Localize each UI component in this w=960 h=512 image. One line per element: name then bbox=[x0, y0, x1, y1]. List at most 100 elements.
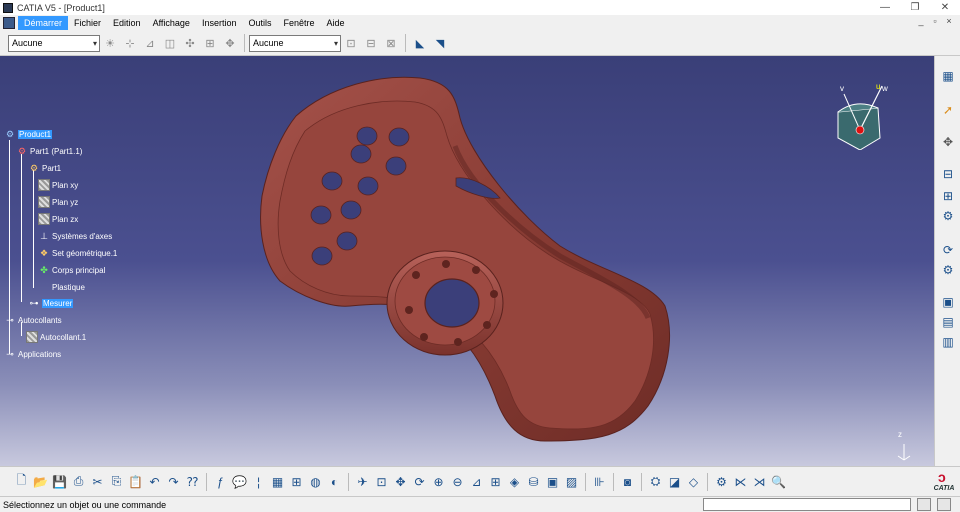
tree-node-stickers[interactable]: ⊸ Autocollants bbox=[4, 314, 61, 326]
snap-point-icon[interactable]: ⊹ bbox=[122, 35, 138, 51]
select-arrow-icon[interactable]: ➚ bbox=[940, 102, 956, 118]
compass-widget[interactable] bbox=[830, 80, 890, 150]
doc-close-button[interactable]: × bbox=[942, 16, 956, 26]
render-icon[interactable]: ◇ bbox=[685, 474, 702, 490]
open-file-icon[interactable]: 📂 bbox=[32, 474, 49, 490]
close-button[interactable]: ✕ bbox=[930, 0, 960, 15]
tree-expand-icon[interactable]: ⊞ bbox=[288, 474, 305, 490]
menu-edition[interactable]: Edition bbox=[107, 16, 147, 30]
redo-icon[interactable]: ↷ bbox=[165, 474, 182, 490]
part-vent-hole bbox=[340, 200, 362, 220]
turntable-icon[interactable]: ⋉ bbox=[732, 474, 749, 490]
paste-icon[interactable]: 📋 bbox=[127, 474, 144, 490]
tree-node-plan-yz[interactable]: Plan yz bbox=[38, 196, 78, 208]
save-icon[interactable]: 💾 bbox=[51, 474, 68, 490]
print-icon[interactable]: ⎙ bbox=[70, 474, 87, 490]
snap-icon[interactable]: ⊞ bbox=[940, 188, 956, 204]
filter-options-icon[interactable]: ⊟ bbox=[363, 35, 379, 51]
filter-icon[interactable]: ⊡ bbox=[343, 35, 359, 51]
cut-icon[interactable]: ✂ bbox=[89, 474, 106, 490]
catalog-icon[interactable]: ▥ bbox=[940, 334, 956, 350]
tree-node-material[interactable]: Plastique bbox=[38, 281, 85, 293]
motion-icon[interactable]: ⋊ bbox=[751, 474, 768, 490]
explode-icon[interactable]: ▣ bbox=[940, 294, 956, 310]
snap-face-icon[interactable]: ◫ bbox=[162, 35, 178, 51]
whats-this-icon[interactable]: ⁇ bbox=[184, 474, 201, 490]
scene-icon[interactable]: ⚙ bbox=[713, 474, 730, 490]
search-icon[interactable]: 🔍 bbox=[770, 474, 787, 490]
measure-icon[interactable]: ⊪ bbox=[591, 474, 608, 490]
snap-all-icon[interactable]: ✥ bbox=[222, 35, 238, 51]
3d-model-view bbox=[260, 76, 670, 442]
command-input[interactable] bbox=[703, 498, 911, 511]
render-style-icon[interactable]: ⛁ bbox=[525, 474, 542, 490]
command-clear-button[interactable] bbox=[917, 498, 931, 511]
constraint-icon[interactable]: ⊟ bbox=[940, 166, 956, 182]
rotate-icon[interactable]: ⟳ bbox=[411, 474, 428, 490]
sticker-icon[interactable]: ◪ bbox=[666, 474, 683, 490]
multi-view-icon[interactable]: ⊞ bbox=[487, 474, 504, 490]
menu-fenetre[interactable]: Fenêtre bbox=[277, 16, 320, 30]
tree-node-axis-systems[interactable]: ⊥ Systèmes d'axes bbox=[38, 230, 112, 242]
normal-view-icon[interactable]: ⊿ bbox=[468, 474, 485, 490]
tree-node-sticker1[interactable]: Autocollant.1 bbox=[26, 331, 86, 343]
law-icon[interactable]: ¦ bbox=[250, 474, 267, 490]
menu-aide[interactable]: Aide bbox=[321, 16, 351, 30]
snap-axis-icon[interactable]: ✣ bbox=[182, 35, 198, 51]
undo-icon[interactable]: ↶ bbox=[146, 474, 163, 490]
3d-viewport[interactable]: v u w z ⚙ Product1 ⚙ Part1 (Part1.1) ⚙ P… bbox=[0, 56, 934, 466]
move-icon[interactable]: ✥ bbox=[940, 134, 956, 150]
command-cancel-button[interactable] bbox=[937, 498, 951, 511]
zoom-out-icon[interactable]: ⊖ bbox=[449, 474, 466, 490]
menu-affichage[interactable]: Affichage bbox=[147, 16, 196, 30]
scene-icon[interactable]: ▤ bbox=[940, 314, 956, 330]
apply-material-icon[interactable]: ⛭ bbox=[647, 474, 664, 490]
manipulate-icon[interactable]: ⚙ bbox=[940, 208, 956, 224]
tree-node-geometrical-set[interactable]: ❖ Set géométrique.1 bbox=[38, 247, 117, 259]
tree-node-measure[interactable]: ⊶ Mesurer bbox=[28, 297, 74, 309]
snap-edge-icon[interactable]: ⊿ bbox=[142, 35, 158, 51]
menu-insertion[interactable]: Insertion bbox=[196, 16, 243, 30]
formula-icon[interactable]: ƒ bbox=[212, 474, 229, 490]
product-structure-icon[interactable]: ◣ bbox=[412, 35, 428, 51]
product-icon: ⚙ bbox=[5, 128, 15, 139]
tree-node-applications[interactable]: ⊸ Applications bbox=[4, 348, 61, 360]
tree-node-plan-zx[interactable]: Plan zx bbox=[38, 213, 78, 225]
table-icon[interactable]: ▦ bbox=[269, 474, 286, 490]
sun-icon[interactable]: ☀ bbox=[102, 35, 118, 51]
reference-icon[interactable]: ◐ bbox=[326, 474, 343, 490]
update-icon[interactable]: ⟳ bbox=[940, 242, 956, 258]
zoom-in-icon[interactable]: ⊕ bbox=[430, 474, 447, 490]
tree-node-plan-xy[interactable]: Plan xy bbox=[38, 179, 78, 191]
menu-demarrer[interactable]: Démarrer bbox=[18, 16, 69, 30]
analyze-icon[interactable]: ⚙ bbox=[940, 262, 956, 278]
assembly-design-icon[interactable]: ◥ bbox=[432, 35, 448, 51]
menu-outils[interactable]: Outils bbox=[242, 16, 277, 30]
tree-node-part1-instance[interactable]: ⚙ Part1 (Part1.1) bbox=[16, 145, 83, 157]
snap-plane-icon[interactable]: ⊞ bbox=[202, 35, 218, 51]
snap-filter-select[interactable]: Aucune ▾ bbox=[8, 34, 100, 52]
copy-icon[interactable]: ⎘ bbox=[108, 474, 125, 490]
restore-button[interactable]: ❐ bbox=[900, 0, 930, 15]
filter-clear-icon[interactable]: ⊠ bbox=[383, 35, 399, 51]
document-icon[interactable] bbox=[3, 17, 15, 29]
comment-icon[interactable]: 💬 bbox=[231, 474, 248, 490]
fly-mode-icon[interactable]: ✈ bbox=[354, 474, 371, 490]
hide-show-icon[interactable]: ▣ bbox=[544, 474, 561, 490]
minimize-button[interactable]: — bbox=[870, 0, 900, 15]
iso-view-icon[interactable]: ◈ bbox=[506, 474, 523, 490]
menu-fichier[interactable]: Fichier bbox=[68, 16, 107, 30]
camera-icon[interactable]: ◙ bbox=[619, 474, 636, 490]
tree-node-part1[interactable]: ⚙ Part1 bbox=[28, 162, 61, 174]
pan-icon[interactable]: ✥ bbox=[392, 474, 409, 490]
swap-visible-icon[interactable]: ▨ bbox=[563, 474, 580, 490]
doc-restore-button[interactable]: ▫ bbox=[928, 16, 942, 26]
new-file-icon[interactable]: 🗋 bbox=[13, 473, 30, 490]
doc-minimize-button[interactable]: _ bbox=[914, 16, 928, 26]
selection-filter-select[interactable]: Aucune ▾ bbox=[249, 34, 341, 52]
tree-node-main-body[interactable]: ✤ Corps principal bbox=[38, 264, 105, 276]
catalog-icon[interactable]: ◍ bbox=[307, 474, 324, 490]
workbench-icon[interactable]: ▦ bbox=[940, 68, 956, 84]
fit-all-icon[interactable]: ⊡ bbox=[373, 474, 390, 490]
tree-node-product1[interactable]: ⚙ Product1 bbox=[4, 128, 53, 140]
